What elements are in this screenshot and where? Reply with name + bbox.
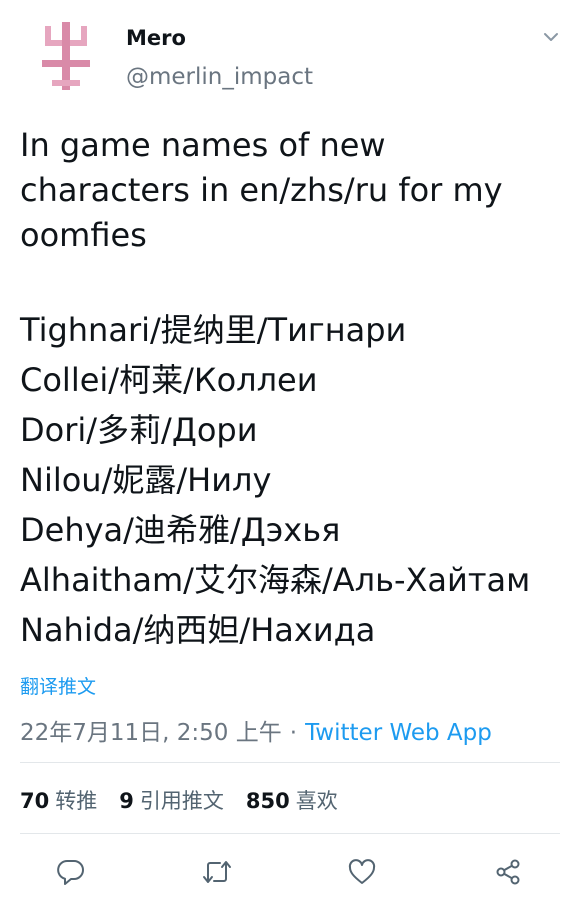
- tweet-meta: 22年7月11日, 2:50 上午 · Twitter Web App: [20, 713, 492, 747]
- name-line: Alhaitham/艾尔海森/Аль-Хайтам: [20, 561, 531, 599]
- name-line: Nahida/纳西妲/Нахида: [20, 611, 376, 649]
- name-line: Tighnari/提纳里/Тигнари: [20, 311, 407, 349]
- share-icon[interactable]: [490, 854, 526, 890]
- display-name[interactable]: Mero: [126, 26, 186, 50]
- quotes-label: 引用推文: [139, 789, 224, 813]
- quotes-count: 9: [119, 789, 134, 813]
- tweet-actions: [0, 848, 580, 896]
- tweet-text-line: oomfies: [20, 216, 147, 254]
- quotes-stat[interactable]: 9 引用推文: [119, 785, 224, 815]
- tweet-text-intro: In game names of new characters in en/zh…: [20, 123, 565, 258]
- name-line: Collei/柯莱/Коллеи: [20, 361, 318, 399]
- user-handle[interactable]: @merlin_impact: [126, 64, 313, 90]
- source-link[interactable]: Twitter Web App: [305, 720, 492, 746]
- translate-tweet-link[interactable]: 翻译推文: [20, 672, 96, 699]
- likes-count: 850: [245, 789, 290, 813]
- name-line: Nilou/妮露/Нилу: [20, 461, 272, 499]
- tweet-name-list: Tighnari/提纳里/Тигнари Collei/柯莱/Коллеи Do…: [20, 305, 565, 655]
- avatar[interactable]: [30, 20, 102, 92]
- likes-stat[interactable]: 850 喜欢: [246, 785, 338, 815]
- retweets-label: 转推: [55, 789, 98, 813]
- timestamp[interactable]: 22年7月11日, 2:50 上午: [20, 720, 282, 746]
- meta-separator: ·: [289, 720, 298, 746]
- reply-icon[interactable]: [53, 854, 89, 890]
- retweets-count: 70: [20, 789, 50, 813]
- name-line: Dori/多莉/Дори: [20, 411, 258, 449]
- likes-label: 喜欢: [295, 789, 338, 813]
- heart-icon[interactable]: [344, 854, 380, 890]
- chevron-down-icon[interactable]: [536, 22, 566, 52]
- name-line: Dehya/迪希雅/Дэхья: [20, 511, 341, 549]
- tweet-stats: 70 转推 9 引用推文 850 喜欢: [20, 785, 338, 815]
- tweet-text-line: characters in en/zhs/ru for my: [20, 171, 503, 209]
- tweet-text-line: In game names of new: [20, 126, 386, 164]
- divider: [20, 762, 560, 763]
- divider: [20, 833, 560, 834]
- retweet-icon[interactable]: [199, 854, 235, 890]
- tweet-header: Mero @merlin_impact: [0, 0, 580, 110]
- retweets-stat[interactable]: 70 转推: [20, 785, 97, 815]
